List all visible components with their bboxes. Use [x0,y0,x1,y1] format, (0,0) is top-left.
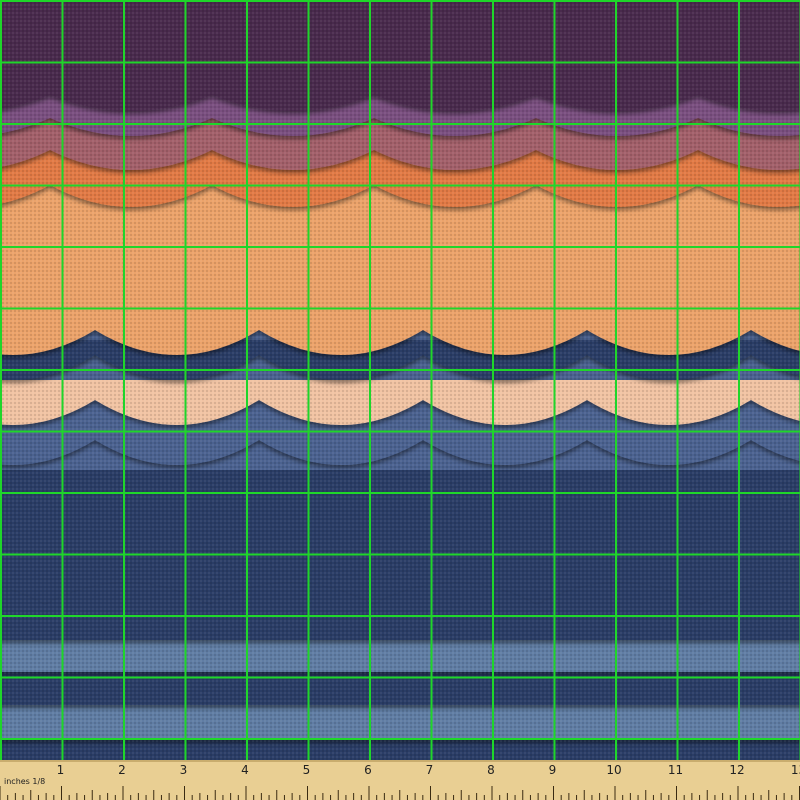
ruler-number: 4 [241,763,249,777]
ruler-number: 3 [180,763,188,777]
ruler-number: 9 [549,763,557,777]
ruler-number: 7 [426,763,434,777]
ruler-number: 8 [487,763,495,777]
fabric-preview: 12345678910111213 inches 1/8 [0,0,800,800]
ruler-number: 1 [57,763,65,777]
ruler-number: 2 [118,763,126,777]
measurement-ruler: 12345678910111213 inches 1/8 [0,760,800,800]
ruler-number: 12 [729,763,744,777]
ruler-unit-label: inches 1/8 [4,777,45,786]
ruler-number: 10 [606,763,621,777]
wave-pattern-artwork [0,0,800,760]
ruler-number: 5 [303,763,311,777]
ruler-number: 13 [791,763,800,777]
ruler-number: 11 [668,763,683,777]
ruler-number: 6 [364,763,372,777]
